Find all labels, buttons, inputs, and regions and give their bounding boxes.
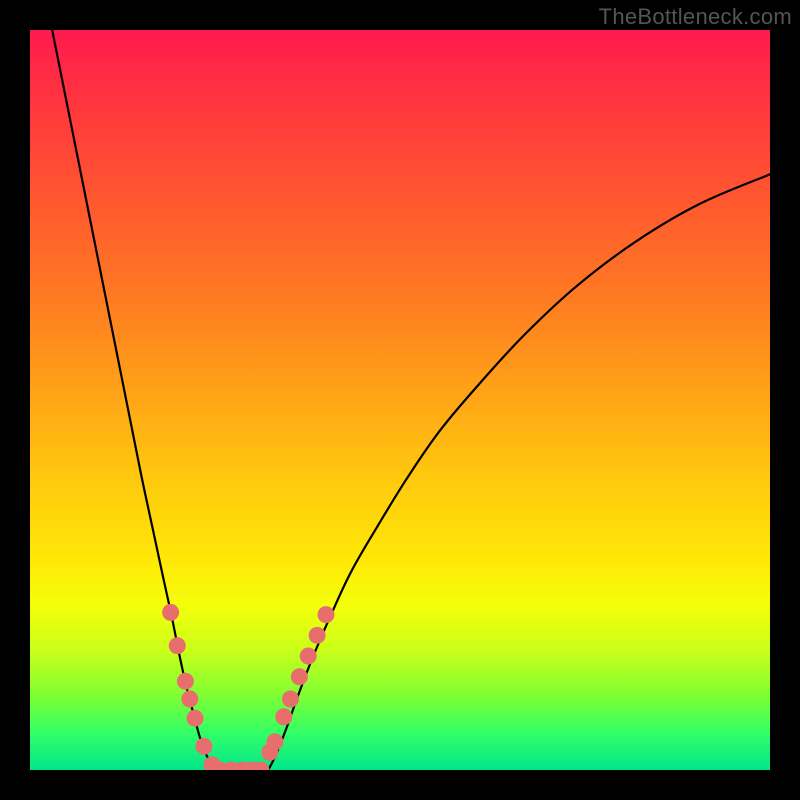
highlight-dot — [187, 710, 204, 727]
highlight-dot — [318, 606, 335, 623]
highlight-dot — [181, 690, 198, 707]
curve-right-branch — [268, 174, 770, 770]
watermark-text: TheBottleneck.com — [599, 4, 792, 30]
highlight-dot — [300, 648, 317, 665]
highlight-dot — [195, 738, 212, 755]
highlight-dot — [177, 673, 194, 690]
highlight-dot — [266, 733, 283, 750]
curve-left-branch — [52, 30, 216, 770]
highlight-dot — [169, 637, 186, 654]
chart-container: TheBottleneck.com — [0, 0, 800, 800]
plot-area — [30, 30, 770, 770]
highlight-dot — [282, 690, 299, 707]
highlight-dot — [309, 627, 326, 644]
highlight-dot — [291, 668, 308, 685]
curve-svg — [30, 30, 770, 770]
highlight-dot — [275, 708, 292, 725]
highlight-dots — [162, 604, 334, 770]
highlight-dot — [162, 604, 179, 621]
